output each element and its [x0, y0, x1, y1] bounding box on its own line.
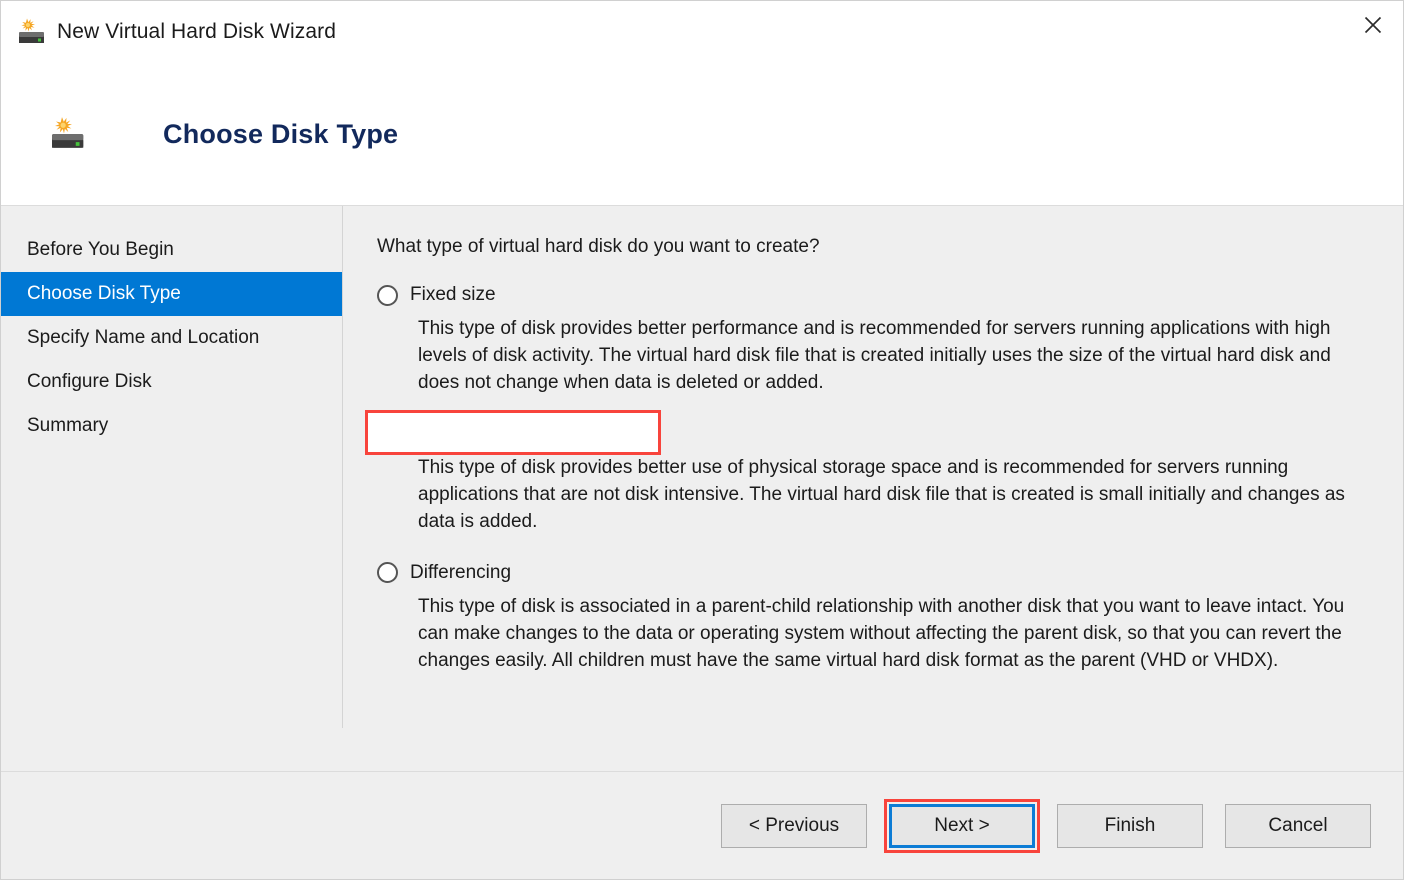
wizard-steps-sidebar: Before You Begin Choose Disk Type Specif… — [1, 206, 343, 771]
radio-button-icon — [377, 284, 398, 306]
question-label: What type of virtual hard disk do you wa… — [377, 236, 820, 257]
footer-button-bar: < Previous Next > Finish Cancel — [1, 771, 1403, 879]
finish-button[interactable]: Finish — [1057, 803, 1203, 848]
sidebar-item-before-you-begin[interactable]: Before You Begin — [1, 228, 343, 272]
option-label: Fixed size — [410, 284, 496, 305]
option-dynamically-expanding: Dynamically expanding This type of disk … — [365, 409, 1369, 536]
virtual-hard-disk-icon — [47, 114, 87, 154]
content-panel: What type of virtual hard disk do you wa… — [343, 206, 1403, 771]
sidebar-item-configure-disk[interactable]: Configure Disk — [1, 360, 343, 404]
sidebar-item-choose-disk-type[interactable]: Choose Disk Type — [1, 272, 343, 316]
option-description: This type of disk provides better perfor… — [418, 318, 1331, 393]
finish-button-wrap: Finish — [1057, 803, 1203, 848]
wizard-window: New Virtual Hard Disk Wizard Choose Disk… — [0, 0, 1404, 880]
cancel-button-wrap: Cancel — [1225, 803, 1371, 848]
next-button[interactable]: Next > — [889, 803, 1035, 848]
radio-fixed-size[interactable]: Fixed size — [377, 280, 1369, 310]
radio-differencing[interactable]: Differencing — [377, 558, 1369, 588]
sidebar-item-label: Specify Name and Location — [27, 327, 260, 348]
sidebar-item-label: Configure Disk — [27, 371, 152, 392]
annotation-box-dynamically-expanding — [365, 409, 661, 455]
previous-button-wrap: < Previous — [721, 803, 867, 848]
window-title: New Virtual Hard Disk Wizard — [57, 20, 336, 43]
option-description: This type of disk is associated in a par… — [418, 595, 1345, 671]
close-icon[interactable] — [1343, 1, 1403, 49]
virtual-hard-disk-icon — [15, 16, 47, 48]
page-header: Choose Disk Type — [1, 63, 1403, 206]
option-differencing: Differencing This type of disk is associ… — [377, 558, 1369, 675]
page-title: Choose Disk Type — [163, 118, 399, 149]
radio-button-icon — [377, 562, 398, 584]
wizard-body: Before You Begin Choose Disk Type Specif… — [1, 206, 1403, 771]
sidebar-item-specify-name-and-location[interactable]: Specify Name and Location — [1, 316, 343, 360]
option-fixed-size: Fixed size This type of disk provides be… — [377, 280, 1369, 397]
sidebar-item-label: Before You Begin — [27, 239, 174, 260]
next-button-wrap: Next > — [884, 798, 1040, 853]
option-label: Differencing — [410, 561, 512, 583]
option-description: This type of disk provides better use of… — [418, 456, 1345, 532]
title-bar: New Virtual Hard Disk Wizard — [1, 1, 1403, 63]
sidebar-item-label: Summary — [27, 415, 109, 436]
cancel-button[interactable]: Cancel — [1225, 803, 1371, 848]
radio-dynamically-expanding[interactable]: Dynamically expanding — [365, 409, 1369, 455]
sidebar-item-label: Choose Disk Type — [27, 283, 181, 304]
previous-button[interactable]: < Previous — [721, 803, 867, 848]
sidebar-item-summary[interactable]: Summary — [1, 404, 343, 448]
